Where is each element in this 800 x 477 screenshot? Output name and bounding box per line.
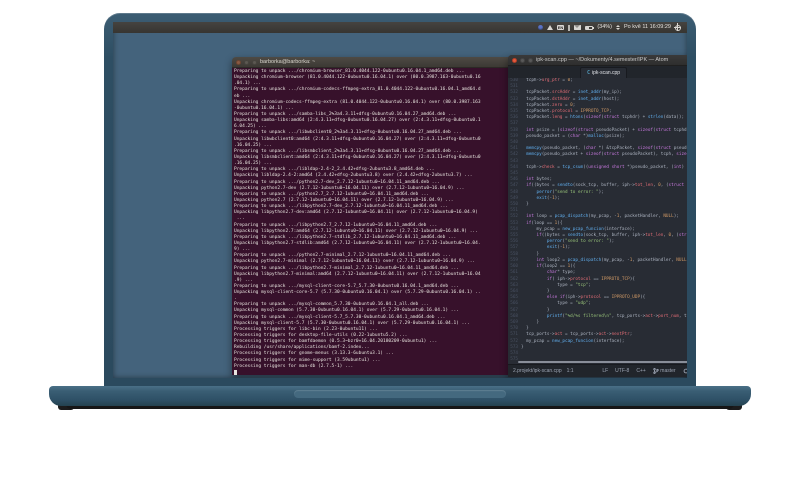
bluetooth-icon[interactable] — [568, 24, 571, 31]
maximize-button[interactable] — [528, 57, 533, 63]
laptop-base-notch — [294, 390, 506, 398]
atom-titlebar[interactable]: ipk-scan.cpp — ~/Dokumenty/4.semester/IP… — [508, 55, 687, 66]
terminal-line: Unpacking libpython2.7-stdlib:amd64 (2.7… — [234, 240, 481, 246]
tab-label: ipk-scan.cpp — [592, 69, 621, 76]
indicator-app-icon[interactable] — [537, 25, 543, 30]
status-file-path[interactable]: 2.projekt/ipk-scan.cpp — [513, 368, 562, 374]
status-item-c-[interactable]: C++ — [636, 368, 645, 374]
close-button[interactable] — [512, 57, 517, 63]
terminal-line: Unpacking libsmbclient:amd64 (2:4.3.11+d… — [234, 154, 481, 160]
status-item-utf-8[interactable]: UTF-8 — [615, 368, 629, 374]
code-line: 536 tcpPacket.leng = htons(sizeof(struct… — [508, 115, 687, 121]
terminal-titlebar[interactable]: barborka@barborka: ~ — [232, 57, 514, 68]
laptop-base — [49, 386, 751, 406]
terminal-line: Unpacking python2.7-minimal (2.7.12-1ubu… — [234, 259, 476, 265]
battery-icon[interactable] — [585, 25, 595, 30]
wifi-icon[interactable] — [546, 25, 553, 30]
terminal-line: Unpacking libpython2.7-dev:amd64 (2.7.12… — [234, 210, 478, 216]
tab-bar: C ipk-scan.cpp — [508, 66, 687, 78]
terminal-line: Unpacking chromium-codecs-ffmpeg-extra (… — [234, 99, 481, 105]
session-gear-icon[interactable] — [673, 23, 682, 31]
terminal-line: Unpacking libldap-2.4-2:amd64 (2.4.42+df… — [234, 173, 473, 179]
terminal-line: Unpacking samba-libs:amd64 (2:4.3.11+dfs… — [234, 118, 481, 124]
page: EN (34%) Po kvě 11 16:09:29 barborka@bar… — [0, 0, 800, 477]
terminal-output[interactable]: Preparing to unpack .../chromium-browser… — [232, 68, 514, 375]
close-button[interactable] — [236, 59, 241, 65]
terminal-cursor-line — [234, 369, 512, 375]
code-line: 544 tcph->check = tcp_csum((unsigned sho… — [508, 165, 687, 171]
status-item-master[interactable]: master — [653, 368, 676, 374]
terminal-line: Unpacking libpython2.7:amd64 (2.7.12-1ub… — [234, 228, 478, 234]
status-item-fetch[interactable]: Fetch — [683, 368, 687, 374]
atom-window-title: ipk-scan.cpp — ~/Dokumenty/4.semester/IP… — [536, 56, 669, 63]
terminal-window-title: barborka@barborka: ~ — [260, 58, 316, 65]
maximize-button[interactable] — [252, 59, 257, 65]
messages-envelope-icon[interactable] — [574, 25, 582, 30]
code-editor[interactable]: 530 tcph->urg_ptr = 0; 531 532 tcpPacket.… — [508, 78, 687, 364]
minimize-button[interactable] — [244, 59, 249, 65]
terminal-line: Unpacking chromium-browser (81.0.4044.12… — [234, 75, 481, 81]
terminal-window: barborka@barborka: ~ Preparing to unpack… — [232, 57, 514, 375]
battery-percentage: (34%) — [597, 24, 612, 30]
status-cursor-position[interactable]: 1:1 — [567, 368, 574, 374]
clock[interactable]: Po kvě 11 16:09:29 — [624, 22, 671, 33]
terminal-line: Unpacking mysql-client-core-5.7 (5.7.30-… — [234, 290, 481, 296]
status-item-lf[interactable]: LF — [602, 368, 608, 374]
atom-window: ipk-scan.cpp — ~/Dokumenty/4.semester/IP… — [508, 55, 687, 377]
sync-icon — [683, 368, 687, 374]
branch-icon — [653, 368, 659, 374]
minimize-button[interactable] — [520, 57, 525, 63]
keyboard-layout-indicator[interactable]: EN — [556, 25, 565, 30]
laptop-screen: EN (34%) Po kvě 11 16:09:29 barborka@bar… — [113, 22, 687, 378]
tab-ipk-scan-cpp[interactable]: C ipk-scan.cpp — [580, 67, 628, 78]
status-bar: 2.projekt/ipk-scan.cpp 1:1 LF UTF-8 C++ mas… — [508, 364, 687, 377]
top-panel: EN (34%) Po kvě 11 16:09:29 — [113, 22, 687, 33]
terminal-line: Preparing to unpack .../chromium-codecs-… — [234, 87, 481, 93]
code-line: 542 memcpy(pseudo_packet + sizeof(struct… — [508, 152, 687, 158]
terminal-cursor — [234, 369, 237, 375]
horizontal-scrollbar[interactable] — [518, 361, 687, 363]
network-arrows-icon[interactable] — [616, 25, 620, 30]
terminal-line: Unpacking libpython2.7-minimal:amd64 (2.… — [234, 271, 481, 277]
terminal-line: Unpacking libwbclient0:amd64 (2:4.3.11+d… — [234, 136, 481, 142]
c-language-icon: C — [587, 69, 591, 76]
